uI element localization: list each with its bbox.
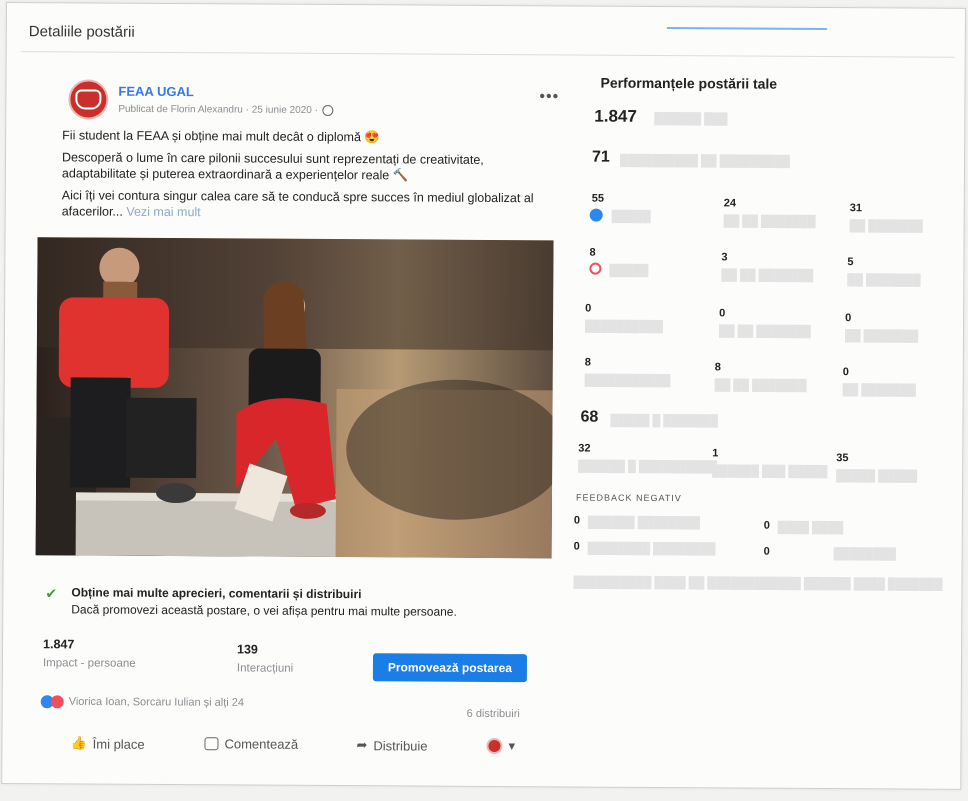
reactions-summary[interactable]: Viorica Ioan, Sorcaru Iulian și alți 24 [40,695,245,709]
thumbs-up-icon: 👍 [70,735,87,751]
perf-reactions-on-shares: 31 [849,202,863,215]
perf-love-on-shares: 5 [847,256,854,269]
promote-post-button[interactable]: Promovează postarea [372,653,528,683]
page-name-link[interactable]: FEAA UGAL [118,84,193,99]
promo-title: Obține mai multe aprecieri, comentarii ș… [71,585,362,602]
like-icon [589,208,603,222]
faded-label: ██████ █ ██████████ [578,460,717,474]
chevron-down-icon: ▾ [508,738,516,754]
perf-clicks-link: 1 [712,447,719,460]
faded-label: ██ ███████ [847,274,921,287]
faded-label: ██ ██ ███████ [723,215,816,228]
perf-engagement-value: 71 [592,148,610,166]
faded-label: ██ ███████ [849,220,923,233]
comment-label: Comentează [224,736,299,752]
comment-button[interactable]: Comentează [204,736,298,752]
faded-label: ███████████ [584,374,671,388]
dialog-title: Detaliile postării [28,23,135,41]
post-meta: Publicat de Florin Alexandru · 25 iunie … [118,104,333,116]
more-options-icon[interactable]: ••• [539,88,559,106]
interactions-value: 139 [237,642,258,657]
love-icon [589,262,602,275]
perf-comments-on-post: 0 [719,307,726,320]
post-details-dialog: Detaliile postării FEAA UGAL Publicat de… [1,2,966,790]
globe-icon [321,104,333,116]
faded-label: █████ [611,210,651,223]
post-card: FEAA UGAL Publicat de Florin Alexandru ·… [35,65,559,755]
post-paragraph: Fii student la FEAA și obține mai mult d… [62,128,381,145]
like-label: Îmi place [92,736,145,752]
faded-label: ██████████ [584,320,664,334]
page-avatar[interactable] [68,79,109,120]
perf-reactions-on-post: 24 [723,197,737,210]
faded-label: ████████ ████████ [587,542,716,556]
post-text: Fii student la FEAA și obține mai mult d… [62,127,553,228]
interactions-label: Interacțiuni [236,662,294,675]
performance-title: Performanțele postării tale [600,74,778,92]
faded-label: ██████ ███ █████ [712,465,828,479]
faded-label: ██████ ███ [654,112,728,126]
post-photo[interactable] [35,237,554,559]
perf-comments-total: 0 [585,302,592,315]
faded-label: ████████ [833,548,897,561]
perf-shares-total: 8 [584,356,591,369]
post-paragraph: Descoperă o lume în care pilonii succesu… [61,150,484,183]
dialog-tab-indicator [666,27,827,31]
comment-icon [204,737,219,751]
faded-label: ██ ██ ███████ [718,325,811,338]
faded-footnote: ██████████ ████ ██ ████████████ ██████ █… [573,576,943,591]
perf-clicks-total: 68 [580,408,599,426]
divider [20,51,955,58]
post-as-selector[interactable]: ▾ [486,737,516,755]
faded-label: ██████████ ██ █████████ [620,154,790,168]
post-meta-text: Publicat de Florin Alexandru · 25 iunie … [118,103,318,117]
faded-label: █████ █████ [836,470,918,483]
perf-comments-on-shares: 0 [845,312,852,325]
share-button[interactable]: ➦ Distribuie [356,737,427,753]
logo-icon [75,89,102,110]
perf-clicks-photo: 32 [578,442,591,455]
negative-feedback-heading: FEEDBACK NEGATIV [575,492,682,504]
see-more-link[interactable]: Vezi mai mult [126,205,200,219]
faded-label: ██ ███████ [842,384,916,397]
perf-unlike-page: 0 [763,545,770,558]
perf-report-spam: 0 [573,540,580,553]
faded-label: ██ ██ ███████ [714,379,807,392]
post-paragraph: Aici îți vei contura singur calea care s… [62,187,552,222]
perf-love-total: 8 [589,246,596,259]
share-icon: ➦ [356,737,368,753]
share-label: Distribuie [373,737,428,754]
faded-label: ██ ██ ███████ [721,269,814,282]
love-reaction-icon [50,695,64,709]
promo-subtitle: Dacă promovezi această postare, o vei af… [71,602,457,619]
faded-label: ████ ████ [777,521,844,535]
faded-label: █████ [609,264,649,277]
reactions-names: Viorica Ioan, Sorcaru Iulian și alți 24 [68,695,245,709]
perf-reactions-total: 55 [591,192,605,205]
reach-value: 1.847 [43,637,75,652]
perf-hide-all: 0 [763,519,770,532]
perf-shares-on-post: 8 [714,361,721,374]
post-photo-image [35,237,554,559]
page-avatar-small [486,737,503,755]
faded-label: ██████ ████████ [587,516,701,530]
shares-count-link[interactable]: 6 distribuiri [467,708,520,720]
perf-clicks-other: 35 [836,452,849,465]
like-button[interactable]: 👍 Îmi place [70,735,144,751]
reach-label: Impact - persoane [42,657,136,670]
perf-reach-value: 1.847 [594,106,637,126]
faded-label: █████ █ ███████ [610,414,718,428]
perf-hide-post: 0 [573,514,581,527]
performance-panel: Performanțele postării tale 1.847 ██████… [563,68,956,610]
perf-shares-on-shares: 0 [842,366,849,379]
perf-love-on-post: 3 [721,251,728,264]
faded-label: ██ ███████ [844,330,919,343]
megaphone-icon: ✔ [45,585,58,602]
